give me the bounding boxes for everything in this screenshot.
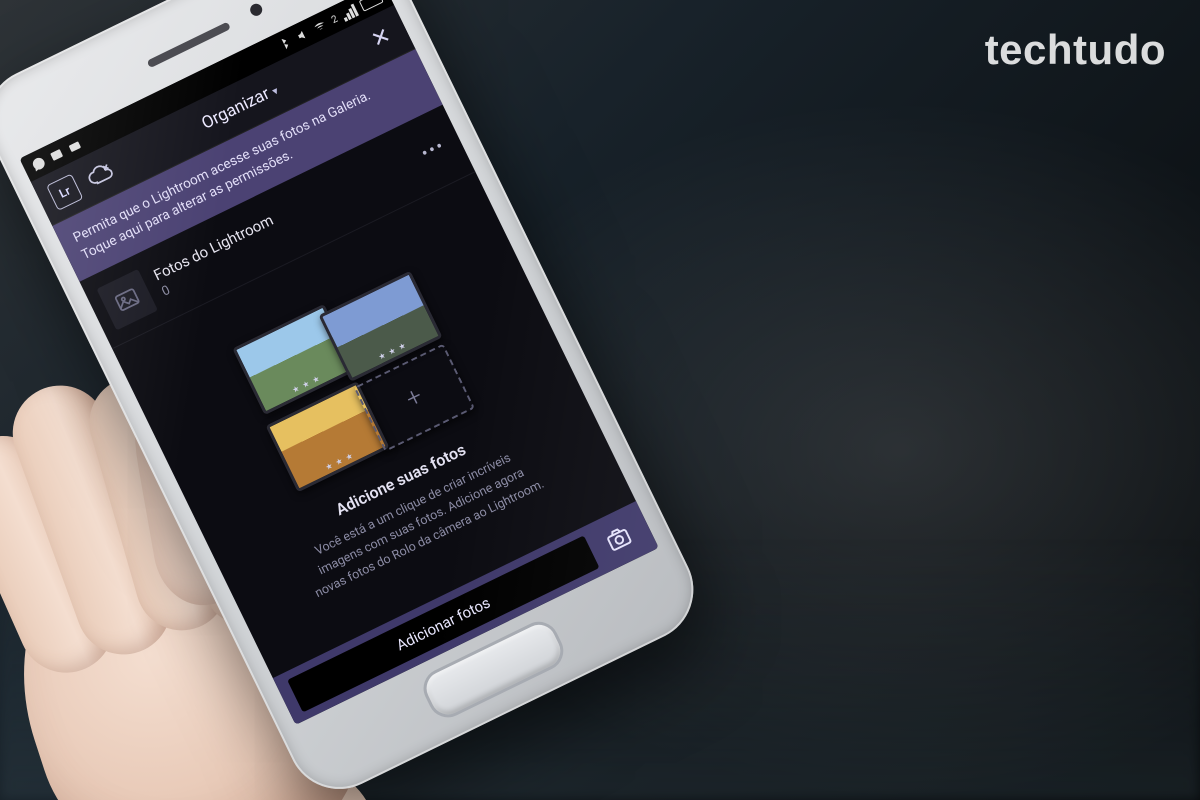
watermark: techtudo [985,26,1166,74]
photo-scene: techtudo [0,0,1200,800]
chevron-down-icon: ▾ [270,84,281,98]
network-label: 2 [330,13,340,25]
cloud-sync-icon[interactable] [82,158,117,193]
image-icon [47,146,66,165]
battery-icon [359,0,384,12]
wifi-icon [311,17,330,36]
camera-button[interactable] [593,513,645,563]
network-signal-icon [340,3,359,21]
camera-notif-icon [65,137,84,156]
mute-icon [293,26,312,45]
bluetooth-icon [275,35,294,54]
close-button[interactable]: ✕ [362,19,399,56]
whatsapp-icon [29,154,48,173]
album-thumbnail-icon [96,269,158,331]
album-more-button[interactable]: ••• [413,130,455,170]
phone-sensor [248,2,264,18]
lightroom-logo[interactable]: Lr [46,173,83,210]
